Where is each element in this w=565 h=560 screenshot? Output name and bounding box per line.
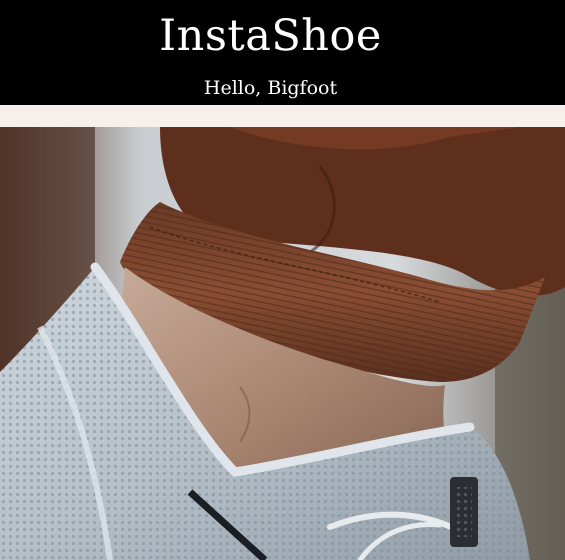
hero-photo-illustration [0,127,565,560]
brand-logo[interactable]: InstaShoe [0,10,541,62]
header-divider-band [0,105,565,127]
greeting-text: Hello, Bigfoot [203,77,338,99]
hero-image[interactable] [0,127,565,560]
site-header: InstaShoe Hello, Bigfoot [0,0,565,105]
